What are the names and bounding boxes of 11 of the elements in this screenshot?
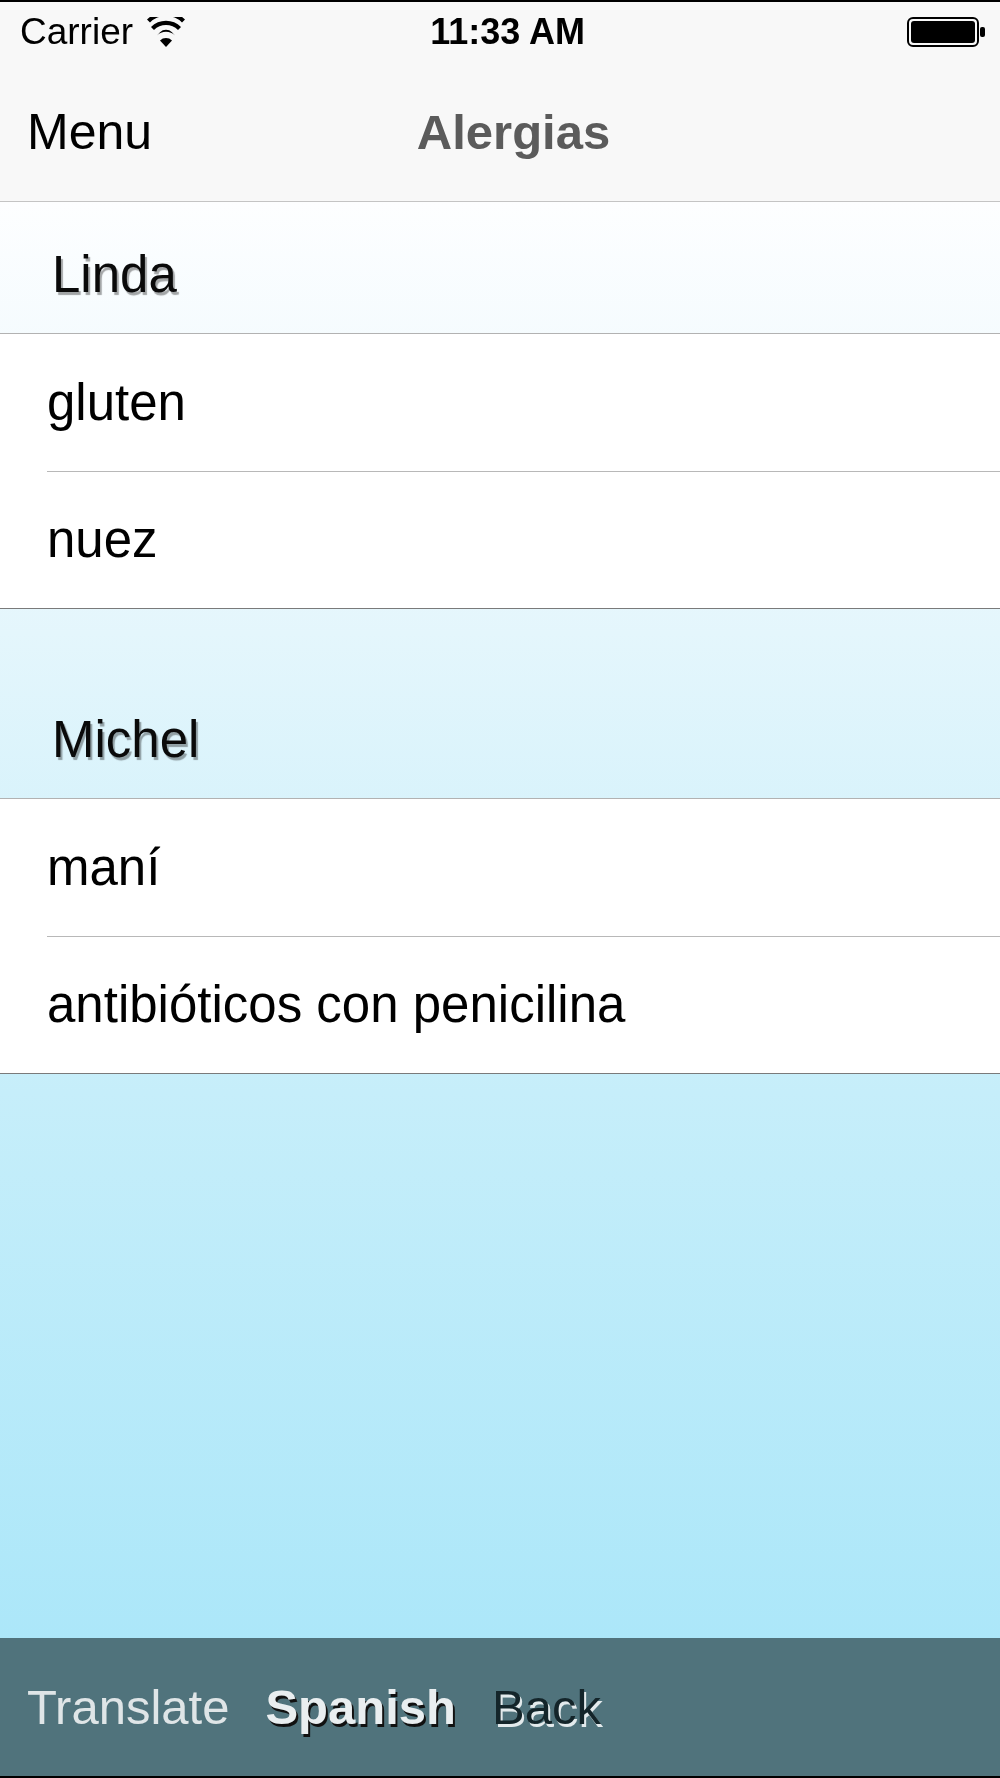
status-time: 11:33 AM [429, 11, 585, 53]
carrier-name: Carrier [20, 11, 134, 53]
nav-title: Alergias [416, 103, 611, 160]
section-header: Linda [52, 247, 177, 303]
toolbar-button[interactable]: Spanish [265, 1679, 457, 1735]
wifi-icon [147, 17, 186, 47]
toolbar-button[interactable]: Translate [27, 1679, 230, 1735]
battery-icon [907, 17, 985, 47]
menu-button[interactable]: Menu [27, 102, 153, 161]
section-header: Michel [52, 712, 200, 768]
toolbar-button[interactable]: Back [492, 1679, 601, 1735]
